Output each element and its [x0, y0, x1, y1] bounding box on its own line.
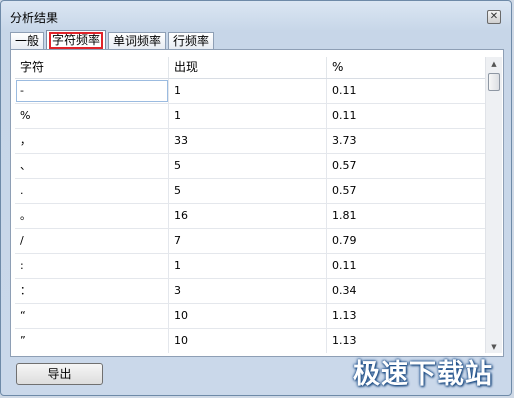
tab-char-frequency-label: 字符频率 [49, 32, 104, 49]
cell-percent: 0.11 [332, 84, 357, 97]
table-row[interactable]: : 1 0.11 [15, 254, 487, 279]
column-header-count[interactable]: 出现 [169, 57, 327, 78]
cell-percent: 0.57 [332, 184, 357, 197]
table-row[interactable]: - 1 0.11 [15, 79, 487, 104]
cell-count: 1 [169, 254, 327, 278]
chevron-up-icon: ▲ [491, 59, 497, 68]
cell-percent: 0.79 [332, 234, 357, 247]
cell-count: 33 [169, 129, 327, 153]
cell-percent: 0.11 [332, 259, 357, 272]
title-bar: 分析结果 ✕ [1, 1, 511, 29]
tab-panel: 字符 出现 % - 1 0.11 % 1 0.11 ， 33 3.73 、 5 [10, 49, 504, 357]
cell-count: 10 [169, 329, 327, 353]
cell-count: 5 [169, 179, 327, 203]
table-row[interactable]: % 1 0.11 [15, 104, 487, 129]
cell-char: / [15, 229, 169, 253]
cell-count: 1 [169, 104, 327, 128]
cell-percent: 0.11 [332, 109, 357, 122]
cell-char: ” [15, 329, 169, 353]
table-row[interactable]: 。 16 1.81 [15, 204, 487, 229]
tab-line-frequency-label: 行频率 [173, 34, 210, 48]
cell-percent: 1.13 [332, 334, 357, 347]
column-header-char[interactable]: 字符 [15, 57, 169, 78]
tab-general-label: 一般 [15, 34, 40, 48]
cell-char: % [15, 104, 169, 128]
table-row[interactable]: . 5 0.57 [15, 179, 487, 204]
cell-count: 7 [169, 229, 327, 253]
table-row[interactable]: ” 10 1.13 [15, 329, 487, 353]
cell-percent: 1.13 [332, 309, 357, 322]
cell-char: “ [15, 304, 169, 328]
table-row[interactable]: 、 5 0.57 [15, 154, 487, 179]
cell-char: ： [15, 279, 169, 303]
cell-count: 10 [169, 304, 327, 328]
export-button[interactable]: 导出 [16, 363, 103, 385]
cell-count: 16 [169, 204, 327, 228]
table-row[interactable]: ， 33 3.73 [15, 129, 487, 154]
cell-count: 3 [169, 279, 327, 303]
cell-char: . [15, 179, 169, 203]
cell-char: 、 [15, 154, 169, 178]
tab-char-frequency[interactable]: 字符频率 [46, 30, 107, 50]
cell-char: : [15, 254, 169, 278]
scrollbar-thumb[interactable] [488, 73, 500, 91]
tab-word-frequency[interactable]: 单词频率 [108, 32, 167, 50]
table-row[interactable]: ： 3 0.34 [15, 279, 487, 304]
cell-char: ， [15, 129, 169, 153]
close-icon: ✕ [489, 11, 499, 22]
grid-header: 字符 出现 % [15, 57, 487, 79]
table-row[interactable]: / 7 0.79 [15, 229, 487, 254]
cell-percent: 0.57 [332, 159, 357, 172]
cell-char: - [15, 79, 169, 103]
tab-word-frequency-label: 单词频率 [113, 34, 162, 48]
cell-percent: 1.81 [332, 209, 357, 222]
cell-percent: 3.73 [332, 134, 357, 147]
table-row[interactable]: “ 10 1.13 [15, 304, 487, 329]
cell-count: 5 [169, 154, 327, 178]
window-title: 分析结果 [10, 11, 59, 25]
tab-general[interactable]: 一般 [10, 32, 45, 50]
cell-count: 1 [169, 79, 327, 103]
close-button[interactable]: ✕ [487, 10, 501, 24]
cell-percent: 0.34 [332, 284, 357, 297]
tab-line-frequency[interactable]: 行频率 [168, 32, 215, 50]
frequency-grid[interactable]: 字符 出现 % - 1 0.11 % 1 0.11 ， 33 3.73 、 5 [15, 57, 487, 353]
watermark-logo: 极速下载站 [353, 359, 493, 390]
chevron-down-icon: ▼ [491, 342, 497, 351]
scroll-up-button[interactable]: ▲ [486, 57, 502, 70]
tab-bar: 一般 字符频率 单词频率 行频率 [10, 30, 216, 50]
analysis-result-window: 分析结果 ✕ 一般 字符频率 单词频率 行频率 字符 出现 % - 1 0.11… [0, 0, 512, 396]
cell-char: 。 [15, 204, 169, 228]
column-header-percent[interactable]: % [327, 57, 487, 78]
vertical-scrollbar[interactable]: ▲ ▼ [485, 57, 502, 353]
